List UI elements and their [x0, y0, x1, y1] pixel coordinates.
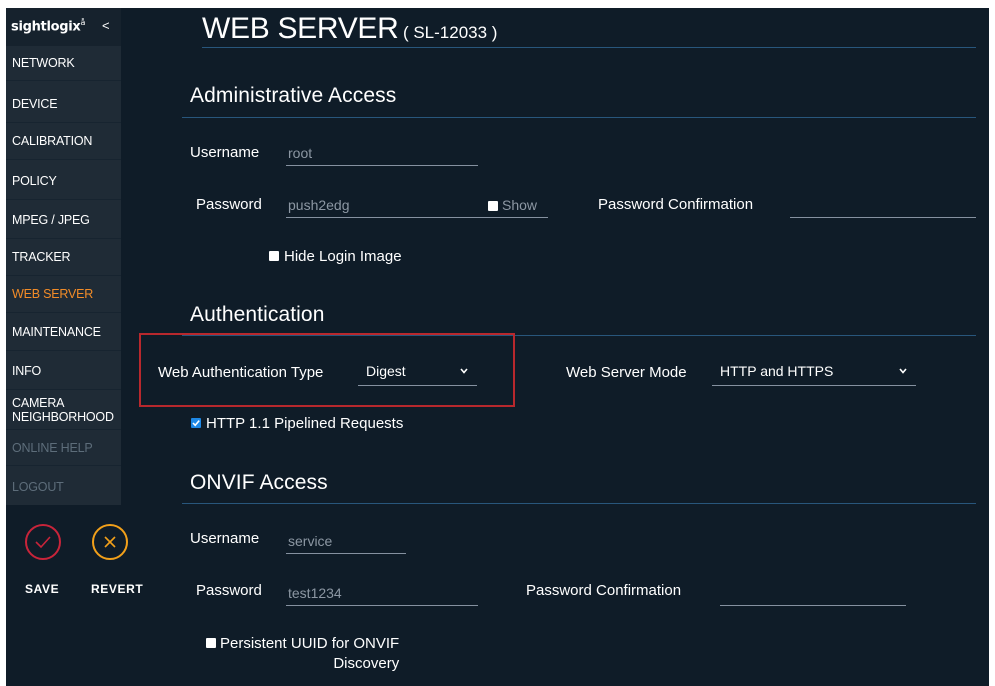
sidebar-item-info[interactable]: INFO — [6, 353, 121, 390]
sidebar-item-camera-neighborhood[interactable]: CAMERA NEIGHBORHOOD — [6, 390, 121, 430]
section-divider — [182, 503, 976, 504]
admin-password-confirm-field[interactable] — [790, 194, 976, 218]
web-server-config-app: sightlogixå < NETWORK DEVICE CALIBRATION… — [6, 8, 989, 686]
logo-row: sightlogixå < — [6, 8, 121, 46]
persistent-uuid-label-line1: Persistent UUID for ONVIF — [220, 635, 400, 652]
section-title-authentication: Authentication — [190, 303, 325, 326]
onvif-password-label: Password — [196, 582, 262, 599]
sidebar-item-network[interactable]: NETWORK — [6, 46, 121, 81]
sidebar-item-device[interactable]: DEVICE — [6, 86, 121, 123]
revert-button[interactable] — [92, 524, 128, 560]
sidebar-item-policy[interactable]: POLICY — [6, 163, 121, 200]
admin-username-field[interactable]: root — [286, 142, 478, 166]
sidebar-item-label: CAMERA — [12, 395, 65, 410]
section-divider — [182, 117, 976, 118]
show-password-label: Show — [502, 197, 538, 213]
http-pipelined-checkbox[interactable] — [191, 418, 201, 428]
web-server-mode-value: HTTP and HTTPS — [720, 363, 834, 379]
save-button[interactable] — [25, 524, 61, 560]
revert-label: REVERT — [91, 582, 144, 596]
sidebar-item-maintenance[interactable]: MAINTENANCE — [6, 314, 121, 351]
onvif-password-field[interactable]: test1234 — [286, 582, 478, 606]
admin-username-label: Username — [190, 144, 260, 161]
sidebar-item-mpeg-jpeg[interactable]: MPEG / JPEG — [6, 202, 121, 239]
onvif-password-confirm-label: Password Confirmation — [526, 582, 682, 599]
web-server-mode-select[interactable]: HTTP and HTTPS — [712, 360, 916, 386]
admin-password-label: Password — [196, 196, 262, 213]
model-number: ( SL-12033 ) — [402, 23, 498, 42]
page-title: WEB SERVER ( SL-12033 ) — [202, 12, 497, 48]
checkmark-icon — [192, 420, 200, 427]
sidebar-item-online-help[interactable]: ONLINE HELP — [6, 430, 121, 466]
web-auth-type-label: Web Authentication Type — [158, 364, 324, 381]
persistent-uuid-label: Persistent UUID for ONVIF Discovery — [220, 634, 399, 674]
logo: sightlogixå — [11, 18, 86, 35]
section-title-administrative-access: Administrative Access — [190, 84, 397, 107]
sidebar-item-calibration[interactable]: CALIBRATION — [6, 123, 121, 160]
web-auth-type-value: Digest — [366, 363, 406, 379]
section-title-onvif-access: ONVIF Access — [190, 471, 328, 494]
http-pipelined-label: HTTP 1.1 Pipelined Requests — [206, 415, 404, 432]
onvif-password-confirm-field[interactable] — [720, 582, 906, 606]
onvif-username-field[interactable]: service — [286, 530, 406, 554]
page-title-text: WEB SERVER — [202, 12, 399, 45]
chevron-down-icon — [899, 368, 907, 374]
sidebar-item-tracker[interactable]: TRACKER — [6, 239, 121, 276]
title-divider — [202, 47, 976, 48]
persistent-uuid-label-line2: Discovery — [333, 655, 400, 672]
show-password-checkbox[interactable] — [488, 201, 498, 211]
sidebar: sightlogixå < NETWORK DEVICE CALIBRATION… — [6, 8, 121, 505]
section-divider — [182, 335, 976, 336]
onvif-username-label: Username — [190, 530, 260, 547]
persistent-uuid-checkbox[interactable] — [206, 638, 216, 648]
sidebar-item-label: NEIGHBORHOOD — [12, 409, 114, 424]
save-label: SAVE — [25, 582, 60, 596]
close-icon — [104, 536, 116, 548]
web-server-mode-label: Web Server Mode — [566, 364, 687, 381]
hide-login-image-label: Hide Login Image — [284, 248, 402, 265]
sidebar-item-web-server[interactable]: WEB SERVER — [6, 276, 121, 313]
hide-login-image-checkbox[interactable] — [269, 251, 279, 261]
admin-password-confirm-label: Password Confirmation — [598, 196, 754, 213]
chevron-down-icon — [460, 368, 468, 374]
collapse-sidebar-button[interactable]: < — [102, 18, 110, 33]
checkmark-icon — [35, 536, 51, 549]
admin-password-field[interactable]: push2edg Show — [286, 194, 548, 218]
web-auth-type-select[interactable]: Digest — [358, 360, 477, 386]
admin-password-value: push2edg — [288, 197, 350, 213]
sidebar-item-logout[interactable]: LOGOUT — [6, 468, 121, 505]
